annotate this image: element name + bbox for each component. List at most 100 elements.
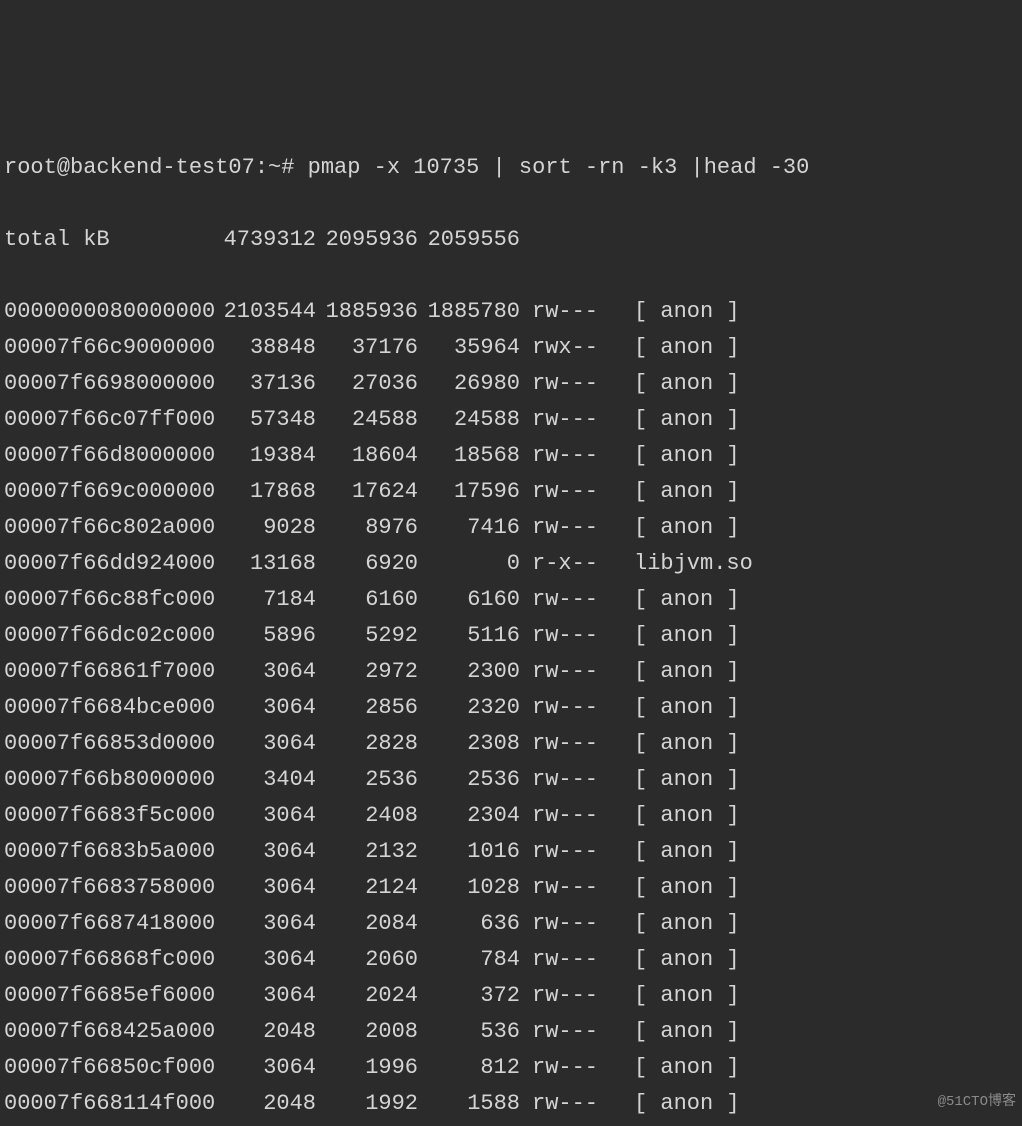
col-k: 5896 [214, 618, 316, 654]
pmap-row: 00007f66853d0000306428282308rw---[ anon … [4, 726, 1018, 762]
total-dirty: 2059556 [418, 222, 520, 258]
col-d: 1028 [418, 870, 520, 906]
col-addr: 00007f66848c5000 [4, 1122, 214, 1126]
pmap-row: 00007f66dc02c000589652925116rw---[ anon … [4, 618, 1018, 654]
pmap-row: 00007f66861f7000306429722300rw---[ anon … [4, 654, 1018, 690]
col-r: 2856 [316, 690, 418, 726]
pmap-row: 00007f6698000000371362703626980rw---[ an… [4, 366, 1018, 402]
col-addr: 00007f66c88fc000 [4, 582, 214, 618]
pmap-row: 0000000080000000210354418859361885780rw-… [4, 294, 1018, 330]
col-addr: 00007f668425a000 [4, 1014, 214, 1050]
col-d: 1885780 [418, 294, 520, 330]
col-d: 2300 [418, 654, 520, 690]
col-mode: rw--- [532, 654, 604, 690]
col-d: 24588 [418, 402, 520, 438]
col-d: 372 [418, 978, 520, 1014]
col-addr: 00007f668114f000 [4, 1086, 214, 1122]
col-map: [ anon ] [634, 510, 1018, 546]
prompt-line: root@backend-test07:~# pmap -x 10735 | s… [4, 150, 1018, 186]
terminal[interactable]: root@backend-test07:~# pmap -x 10735 | s… [0, 108, 1022, 1126]
pmap-row: 00007f668114f000204819921588rw---[ anon … [4, 1086, 1018, 1122]
col-map: libjvm.so [634, 546, 1018, 582]
col-map: [ anon ] [634, 870, 1018, 906]
col-k: 19384 [214, 438, 316, 474]
col-r: 1976 [316, 1122, 418, 1126]
col-r: 6920 [316, 546, 418, 582]
col-map: [ anon ] [634, 978, 1018, 1014]
totals-row: total kB 4739312 2095936 2059556 [4, 222, 1018, 258]
col-map: [ anon ] [634, 762, 1018, 798]
col-r: 2084 [316, 906, 418, 942]
col-d: 7416 [418, 510, 520, 546]
pmap-row: 00007f66850cf00030641996812rw---[ anon ] [4, 1050, 1018, 1086]
col-mode: rw--- [532, 510, 604, 546]
col-addr: 00007f66dc02c000 [4, 618, 214, 654]
col-map: [ anon ] [634, 726, 1018, 762]
pmap-row: 00007f66b8000000340425362536rw---[ anon … [4, 762, 1018, 798]
col-addr: 00007f66861f7000 [4, 654, 214, 690]
col-k: 3064 [214, 798, 316, 834]
pmap-row: 00007f66c802a000902889767416rw---[ anon … [4, 510, 1018, 546]
col-k: 3064 [214, 690, 316, 726]
col-map: [ anon ] [634, 1014, 1018, 1050]
col-mode: rw--- [532, 402, 604, 438]
col-d: 784 [418, 942, 520, 978]
col-k: 7184 [214, 582, 316, 618]
col-addr: 00007f66b8000000 [4, 762, 214, 798]
col-map: [ anon ] [634, 1050, 1018, 1086]
pmap-row: 00007f669c000000178681762417596rw---[ an… [4, 474, 1018, 510]
col-r: 8976 [316, 510, 418, 546]
col-r: 2024 [316, 978, 418, 1014]
col-d: 18568 [418, 438, 520, 474]
col-r: 2972 [316, 654, 418, 690]
col-k: 3064 [214, 834, 316, 870]
pmap-row: 00007f668741800030642084636rw---[ anon ] [4, 906, 1018, 942]
col-r: 37176 [316, 330, 418, 366]
col-map: [ anon ] [634, 294, 1018, 330]
col-k: 3064 [214, 978, 316, 1014]
col-r: 27036 [316, 366, 418, 402]
col-map: [ anon ] [634, 942, 1018, 978]
watermark: @51CTO博客 [938, 1084, 1016, 1120]
col-k: 3064 [214, 942, 316, 978]
col-d: 2308 [418, 726, 520, 762]
col-k: 2048 [214, 1086, 316, 1122]
col-mode: rw--- [532, 690, 604, 726]
col-map: [ anon ] [634, 330, 1018, 366]
col-map: [ anon ] [634, 906, 1018, 942]
pmap-row: 00007f66c88fc000718461606160rw---[ anon … [4, 582, 1018, 618]
pmap-row: 00007f6683b5a000306421321016rw---[ anon … [4, 834, 1018, 870]
col-addr: 00007f669c000000 [4, 474, 214, 510]
col-k: 3064 [214, 906, 316, 942]
col-addr: 00007f66868fc000 [4, 942, 214, 978]
col-mode: r-x-- [532, 546, 604, 582]
col-addr: 00007f66d8000000 [4, 438, 214, 474]
col-mode: rw--- [532, 870, 604, 906]
col-r: 2132 [316, 834, 418, 870]
col-map: [ anon ] [634, 438, 1018, 474]
col-k: 3064 [214, 726, 316, 762]
col-mode: rw--- [532, 942, 604, 978]
col-r: 2124 [316, 870, 418, 906]
col-map: [ anon ] [634, 474, 1018, 510]
pmap-row: 00007f6683f5c000306424082304rw---[ anon … [4, 798, 1018, 834]
col-k: 9028 [214, 510, 316, 546]
pmap-row: 00007f6684bce000306428562320rw---[ anon … [4, 690, 1018, 726]
col-addr: 00007f6698000000 [4, 366, 214, 402]
col-k: 38848 [214, 330, 316, 366]
col-d: 0 [418, 546, 520, 582]
col-mode: rw--- [532, 1050, 604, 1086]
col-r: 18604 [316, 438, 418, 474]
col-d: 536 [418, 1014, 520, 1050]
col-k: 3404 [214, 762, 316, 798]
col-r: 2536 [316, 762, 418, 798]
col-addr: 00007f6685ef6000 [4, 978, 214, 1014]
col-mode: rw--- [532, 1122, 604, 1126]
col-addr: 00007f6683f5c000 [4, 798, 214, 834]
col-mode: rw--- [532, 762, 604, 798]
pmap-row: 00007f66d8000000193841860418568rw---[ an… [4, 438, 1018, 474]
col-k: 2048 [214, 1014, 316, 1050]
col-addr: 00007f66853d0000 [4, 726, 214, 762]
col-d: 2304 [418, 798, 520, 834]
pmap-row: 00007f66c9000000388483717635964rwx--[ an… [4, 330, 1018, 366]
